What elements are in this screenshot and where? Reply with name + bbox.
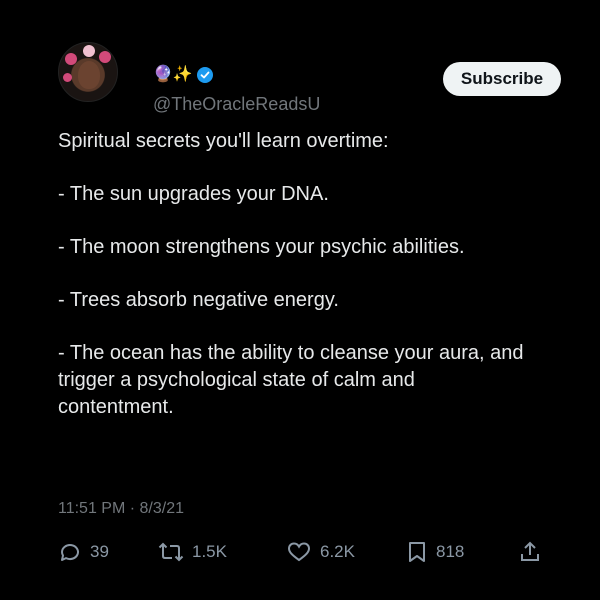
avatar-face: [78, 61, 100, 89]
flower-icon: [65, 53, 77, 65]
reply-icon: [60, 544, 79, 561]
flower-icon: [83, 45, 95, 57]
avatar[interactable]: [58, 42, 118, 102]
heart-icon: [287, 542, 311, 562]
retweet-count: 1.5K: [192, 542, 227, 561]
bookmark-icon: [409, 542, 425, 562]
bookmark-button[interactable]: 818: [406, 540, 464, 564]
tweet-text: Spiritual secrets you'll learn overtime:…: [58, 128, 528, 421]
reply-button[interactable]: 39: [58, 540, 109, 564]
bookmark-count: 818: [436, 542, 465, 561]
reply-count: 39: [90, 542, 109, 561]
verified-badge-icon[interactable]: [196, 67, 213, 83]
like-count: 6.2K: [320, 542, 355, 561]
tweet-line: - Trees absorb negative energy.: [58, 289, 339, 311]
tweet-line: - The sun upgrades your DNA.: [58, 183, 329, 205]
display-name-emojis: 🔮✨: [153, 66, 193, 83]
retweet-icon: [158, 542, 184, 562]
share-button[interactable]: [518, 540, 542, 564]
tweet-line: - The ocean has the ability to cleanse y…: [58, 342, 524, 418]
display-name[interactable]: 🔮✨: [153, 66, 213, 84]
user-handle[interactable]: @TheOracleReadsU: [153, 94, 320, 115]
share-icon: [521, 541, 539, 561]
retweet-button[interactable]: 1.5K: [158, 540, 227, 564]
tweet-timestamp[interactable]: 11:51 PM · 8/3/21: [58, 500, 184, 518]
tweet-line: Spiritual secrets you'll learn overtime:: [58, 130, 389, 152]
action-bar: 39 1.5K 6.2K 818: [58, 540, 548, 566]
subscribe-button[interactable]: Subscribe: [443, 62, 561, 96]
tweet-line: - The moon strengthens your psychic abil…: [58, 236, 465, 258]
flower-icon: [99, 51, 111, 63]
like-button[interactable]: 6.2K: [286, 540, 355, 564]
flower-icon: [63, 73, 72, 82]
